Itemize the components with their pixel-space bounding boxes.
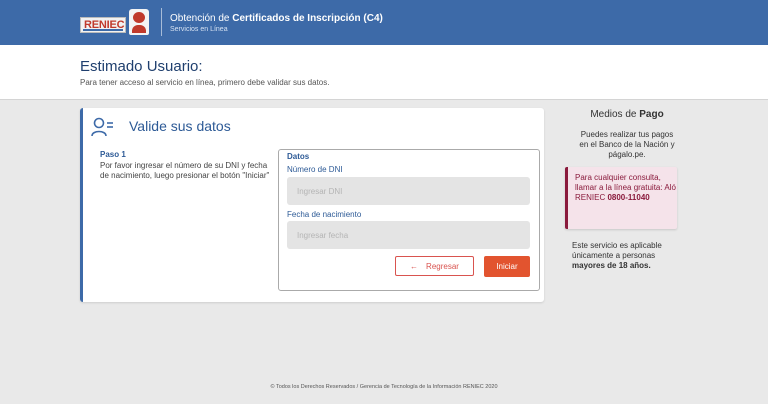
age-requirement-note: Este servicio es aplicable únicamente a …	[572, 241, 662, 270]
payment-title-bold: Pago	[639, 109, 664, 120]
age-requirement-bold: mayores de 18 años.	[572, 261, 651, 270]
datos-section-title: Datos	[287, 152, 310, 161]
back-button[interactable]: ← Regresar	[395, 256, 474, 276]
reniec-logo-plate: RENIEC	[80, 17, 126, 33]
top-header: RENIEC Obtención de Certificados de Insc…	[0, 0, 768, 45]
card-title: Valide sus datos	[129, 118, 231, 134]
step-instructions: Por favor ingresar el número de su DNI y…	[100, 161, 270, 180]
reniec-emblem-icon	[129, 9, 149, 35]
dni-input[interactable]	[287, 177, 530, 205]
step-title: Paso 1	[100, 150, 126, 159]
contact-alert: Para cualquier consulta, llamar a la lín…	[565, 167, 677, 229]
contact-phone: 0800-11040	[607, 193, 650, 202]
back-button-label: Regresar	[426, 261, 459, 271]
start-button-label: Iniciar	[496, 262, 518, 271]
start-button[interactable]: Iniciar	[484, 256, 530, 277]
reniec-logo[interactable]: RENIEC	[80, 9, 152, 37]
datos-form: Datos Número de DNI Fecha de nacimiento …	[278, 149, 540, 291]
app-title-bold: Certificados de Inscripción (C4)	[232, 13, 383, 24]
welcome-text: Para tener acceso al servicio en línea, …	[80, 78, 330, 87]
welcome-banner: Estimado Usuario: Para tener acceso al s…	[0, 45, 768, 100]
payment-text: Puedes realizar tus pagos en el Banco de…	[579, 130, 675, 159]
reniec-logo-stripe	[83, 29, 123, 31]
app-title: Obtención de Certificados de Inscripción…	[170, 13, 383, 24]
user-validate-icon	[91, 117, 113, 137]
app-subtitle: Servicios en Línea	[170, 26, 228, 33]
validation-card: Valide sus datos Paso 1 Por favor ingres…	[80, 108, 544, 302]
welcome-heading: Estimado Usuario:	[80, 58, 203, 75]
footer-copyright: © Todos los Derechos Reservados / Gerenc…	[270, 384, 498, 390]
payment-title: Medios de Pago	[590, 109, 664, 120]
arrow-left-icon: ←	[410, 261, 419, 271]
dni-label: Número de DNI	[287, 165, 343, 174]
birth-date-input[interactable]	[287, 221, 530, 249]
header-divider	[161, 8, 162, 36]
birth-date-label: Fecha de nacimiento	[287, 210, 362, 219]
